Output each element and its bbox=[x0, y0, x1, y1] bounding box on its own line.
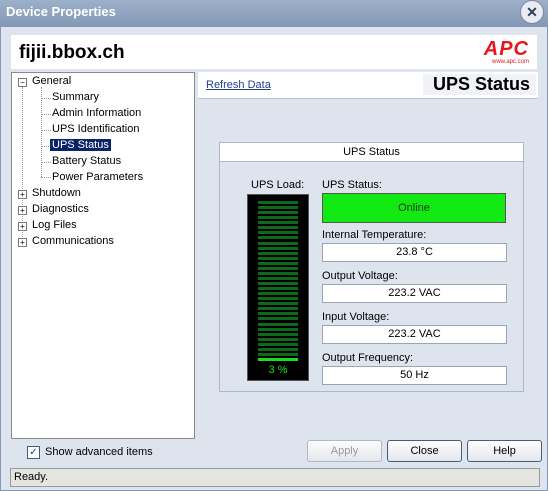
load-bars bbox=[258, 201, 298, 363]
close-icon[interactable]: ✕ bbox=[520, 0, 544, 24]
tree-line bbox=[41, 177, 51, 178]
load-meter-segment bbox=[258, 347, 298, 351]
tree-item-power-parameters[interactable]: Power Parameters bbox=[52, 171, 143, 183]
output-frequency-label: Output Frequency: bbox=[322, 352, 414, 364]
expand-icon[interactable]: + bbox=[18, 190, 27, 199]
collapse-icon[interactable]: − bbox=[18, 78, 27, 87]
load-meter-segment bbox=[258, 236, 298, 240]
status-bar: Ready. bbox=[10, 468, 540, 487]
load-meter-segment bbox=[258, 206, 298, 210]
internal-temperature-label: Internal Temperature: bbox=[322, 229, 427, 241]
load-meter-segment bbox=[258, 256, 298, 260]
show-advanced-checkbox[interactable]: ✓ bbox=[27, 446, 40, 459]
help-button[interactable]: Help bbox=[467, 440, 542, 462]
load-meter-segment bbox=[258, 266, 298, 270]
load-meter-segment bbox=[258, 271, 298, 275]
window-title: Device Properties bbox=[6, 4, 116, 19]
expand-icon[interactable]: + bbox=[18, 238, 27, 247]
load-meter-segment bbox=[258, 246, 298, 250]
refresh-data-link[interactable]: Refresh Data bbox=[206, 79, 271, 91]
host-header: fijii.bbox.ch APC www.apc.com bbox=[11, 35, 537, 69]
navigation-tree: − General Summary Admin Information UPS … bbox=[11, 72, 195, 439]
apc-logo: APC www.apc.com bbox=[484, 39, 529, 65]
load-meter-segment bbox=[258, 231, 298, 235]
tree-item-communications[interactable]: Communications bbox=[32, 235, 114, 247]
tree-line bbox=[41, 98, 51, 99]
load-meter-segment bbox=[258, 287, 298, 291]
tree-item-ups-identification[interactable]: UPS Identification bbox=[52, 123, 139, 135]
load-meter-segment bbox=[258, 342, 298, 346]
expand-icon[interactable]: + bbox=[18, 206, 27, 215]
output-voltage-label: Output Voltage: bbox=[322, 270, 398, 282]
tree-item-diagnostics[interactable]: Diagnostics bbox=[32, 203, 89, 215]
tree-item-battery-status[interactable]: Battery Status bbox=[52, 155, 121, 167]
close-button[interactable]: Close bbox=[387, 440, 462, 462]
load-meter-segment bbox=[258, 327, 298, 331]
ups-load-value: 3 % bbox=[268, 364, 288, 376]
load-meter-segment bbox=[258, 322, 298, 326]
output-frequency-field: 50 Hz bbox=[322, 366, 507, 385]
load-meter-segment bbox=[258, 332, 298, 336]
load-meter-segment bbox=[258, 352, 298, 356]
title-bar: Device Properties ✕ bbox=[0, 0, 548, 26]
internal-temperature-field: 23.8 °C bbox=[322, 243, 507, 262]
tree-line bbox=[41, 162, 51, 163]
tree-item-admin-information[interactable]: Admin Information bbox=[52, 107, 141, 119]
show-advanced-label: Show advanced items bbox=[45, 446, 153, 458]
hostname: fijii.bbox.ch bbox=[19, 42, 125, 63]
load-meter-segment bbox=[258, 282, 298, 285]
tree-item-summary[interactable]: Summary bbox=[52, 91, 99, 103]
tree-item-shutdown[interactable]: Shutdown bbox=[32, 187, 81, 199]
tree-line bbox=[41, 114, 51, 115]
content-panel: Refresh Data UPS Status UPS Status UPS L… bbox=[198, 72, 538, 437]
load-meter-segment bbox=[258, 292, 298, 296]
panel-header: Refresh Data UPS Status bbox=[198, 72, 538, 99]
load-meter-segment bbox=[258, 312, 298, 316]
load-meter-segment bbox=[258, 226, 298, 230]
load-meter-segment bbox=[258, 317, 298, 321]
load-meter-segment bbox=[258, 357, 298, 361]
load-meter-segment bbox=[258, 337, 298, 341]
load-meter-segment bbox=[258, 297, 298, 301]
expand-icon[interactable]: + bbox=[18, 222, 27, 231]
ups-status-label: UPS Status: bbox=[322, 179, 382, 191]
group-title: UPS Status bbox=[220, 143, 523, 162]
ups-status-indicator: Online bbox=[322, 193, 506, 223]
page-title: UPS Status bbox=[422, 74, 536, 95]
output-voltage-field: 223.2 VAC bbox=[322, 284, 507, 303]
load-meter-segment bbox=[258, 251, 298, 255]
tree-item-ups-status[interactable]: UPS Status bbox=[50, 139, 111, 151]
load-meter-segment bbox=[258, 211, 298, 215]
apply-button[interactable]: Apply bbox=[307, 440, 382, 462]
tree-item-general[interactable]: General bbox=[32, 75, 71, 87]
ups-load-meter: 3 % bbox=[247, 194, 309, 381]
tree-item-log-files[interactable]: Log Files bbox=[32, 219, 77, 231]
load-meter-segment bbox=[258, 307, 298, 311]
dialog-body: fijii.bbox.ch APC www.apc.com − General … bbox=[0, 26, 548, 491]
apc-logo-text: APC bbox=[483, 38, 529, 60]
ups-load-label: UPS Load: bbox=[251, 179, 305, 191]
ups-status-group: UPS Status UPS Load: 3 % UPS Status: Onl… bbox=[219, 142, 524, 392]
load-meter-segment bbox=[258, 221, 298, 225]
tree-line bbox=[41, 87, 42, 177]
status-text: Ready. bbox=[14, 471, 49, 483]
input-voltage-label: Input Voltage: bbox=[322, 311, 390, 323]
load-meter-segment bbox=[258, 302, 298, 306]
load-meter-segment bbox=[258, 216, 298, 220]
load-meter-segment bbox=[258, 241, 298, 245]
load-meter-segment bbox=[258, 276, 298, 280]
load-meter-segment bbox=[258, 201, 298, 204]
input-voltage-field: 223.2 VAC bbox=[322, 325, 507, 344]
load-meter-segment bbox=[258, 261, 298, 265]
tree-line bbox=[41, 130, 51, 131]
